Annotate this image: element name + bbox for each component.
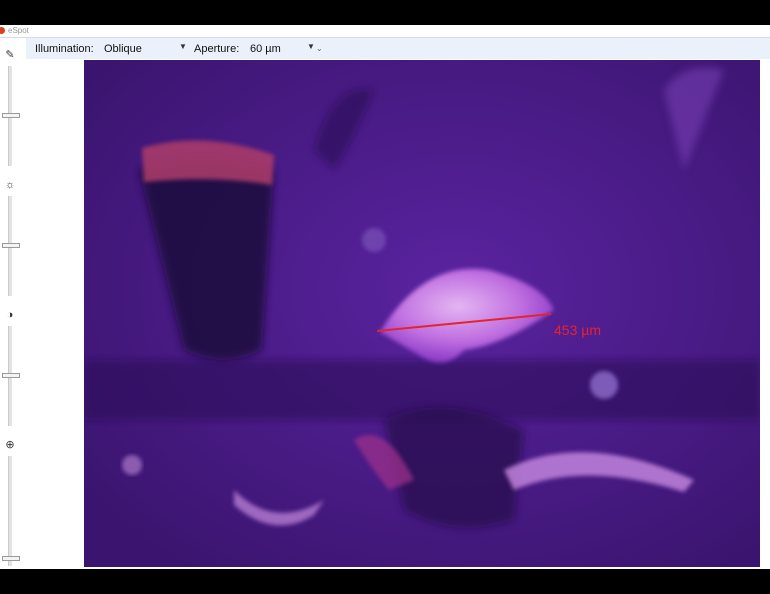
pipette-icon[interactable]: ✎ [3,48,17,62]
app-logo-icon [0,27,5,34]
zoom-in-icon[interactable]: ⊕ [3,438,17,452]
illumination-dropdown-icon[interactable]: ▼ [179,42,187,51]
app-window: eSpot Illumination: Oblique ▼ Aperture: … [0,25,770,569]
measurement-label: 453 µm [554,322,601,338]
zoom-slider-thumb[interactable] [2,556,20,561]
aperture-label: Aperture: [194,43,240,55]
pipette-slider-thumb[interactable] [2,113,20,118]
contrast-icon[interactable]: ◑ [3,308,17,322]
microscope-image [84,60,760,567]
toolbar: Illumination: Oblique ▼ Aperture: 60 µm … [26,38,770,59]
brightness-slider-thumb[interactable] [2,243,20,248]
illumination-select[interactable]: Oblique [104,43,142,55]
aperture-dropdown-icon[interactable]: ▼ [307,42,315,51]
zoom-slider[interactable] [8,456,12,566]
illumination-label: Illumination: [35,43,94,55]
window-title: eSpot [8,26,29,35]
adjustment-panel: ✎ ☼ ◑ ⊕ [0,38,26,569]
title-bar: eSpot [0,25,770,37]
toolbar-overflow-icon[interactable]: ⌄ [316,44,323,53]
microscope-viewport[interactable]: 453 µm [84,60,760,567]
aperture-select[interactable]: 60 µm [250,43,281,55]
contrast-slider-thumb[interactable] [2,373,20,378]
sun-icon[interactable]: ☼ [3,178,17,192]
